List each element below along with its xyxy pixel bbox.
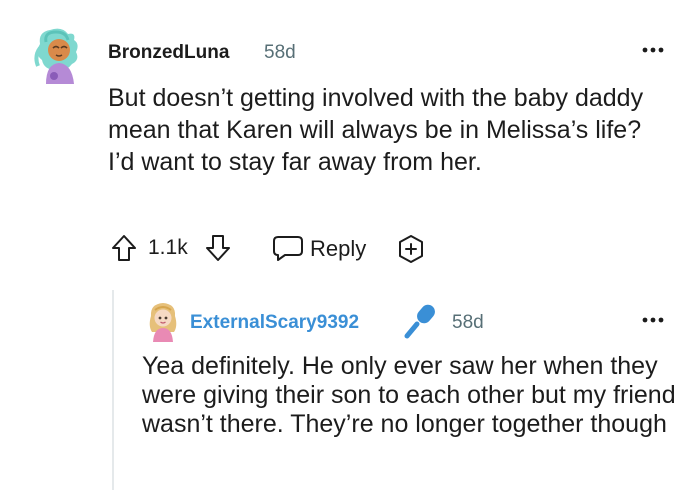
- vote-score: 1.1k: [148, 236, 188, 259]
- speech-bubble-icon: [273, 236, 303, 261]
- thread-line[interactable]: [112, 290, 114, 490]
- reply-age: 58d: [452, 312, 484, 333]
- microphone-icon: [404, 304, 435, 339]
- comment-age: 58d: [264, 42, 296, 63]
- reply-label: Reply: [310, 236, 367, 261]
- more-dots-icon[interactable]: [638, 38, 668, 62]
- user-avatar[interactable]: [32, 26, 84, 84]
- comment-thread: BronzedLuna 58d But doesn’t getting invo…: [0, 0, 700, 490]
- award-plus-icon[interactable]: [395, 233, 427, 265]
- comment-body: But doesn’t getting involved with the ba…: [108, 84, 644, 176]
- comment-username[interactable]: BronzedLuna: [108, 42, 229, 64]
- reply-button[interactable]: Reply: [268, 229, 378, 267]
- more-dots-icon[interactable]: [638, 308, 668, 332]
- reply-user-avatar[interactable]: [144, 300, 182, 342]
- upvote-arrow-icon[interactable]: [110, 233, 138, 263]
- reply-username[interactable]: ExternalScary9392: [190, 312, 359, 334]
- downvote-arrow-icon[interactable]: [204, 233, 232, 263]
- reply-body: Yea definitely. He only ever saw her whe…: [142, 352, 676, 438]
